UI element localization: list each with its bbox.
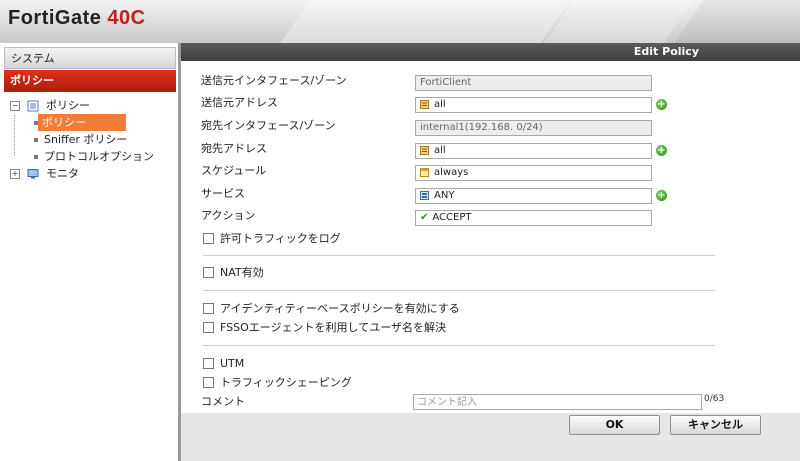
section-divider: [203, 290, 715, 291]
checkbox-label: UTM: [220, 357, 245, 370]
tree-item-monitor[interactable]: + モニタ: [10, 165, 176, 182]
section-divider: [203, 345, 715, 346]
tree-item-protocol-options[interactable]: プロトコルオプション: [10, 148, 176, 165]
comment-char-counter: 0/63: [704, 394, 725, 404]
tree-item-policy-root[interactable]: − ポリシー: [10, 97, 176, 114]
button-bar: OK キャンセル: [181, 413, 800, 461]
dst-interface-field: internal1(192.168. 0/24): [415, 120, 652, 136]
expand-icon[interactable]: +: [10, 169, 20, 179]
tree-item-policy[interactable]: ポリシー: [10, 114, 176, 131]
dst-interface-label: 宛先インタフェース/ゾーン: [201, 119, 336, 132]
tree-item-label: モニタ: [46, 167, 79, 180]
action-select[interactable]: ✔ ACCEPT: [415, 210, 652, 226]
add-src-address-icon[interactable]: +: [656, 99, 667, 110]
service-select[interactable]: ANY: [415, 188, 652, 204]
edit-policy-panel: Edit Policy 送信元インタフェース/ゾーン FortiClient 送…: [181, 43, 800, 461]
checkbox-box[interactable]: [203, 376, 214, 388]
schedule-value: always: [434, 167, 469, 178]
dst-address-label: 宛先アドレス: [201, 142, 267, 155]
fortigate-logo: FortiGate 40C: [8, 7, 146, 30]
fsso-checkbox[interactable]: FSSOエージェントを利用してユーザ名を解決: [203, 320, 446, 336]
add-service-icon[interactable]: +: [656, 190, 667, 201]
bullet-icon: [34, 155, 38, 159]
policy-list-icon: [27, 100, 38, 112]
checkbox-label: アイデンティティーベースポリシーを有効にする: [220, 302, 460, 315]
traffic-shaping-checkbox[interactable]: トラフィックシェーピング: [203, 375, 352, 391]
nat-checkbox[interactable]: NAT有効: [203, 265, 264, 281]
action-value: ACCEPT: [432, 212, 472, 223]
dst-address-value: all: [434, 145, 446, 156]
bullet-icon: [34, 138, 38, 142]
header-decoration: [268, 0, 592, 43]
checkbox-label: NAT有効: [220, 266, 264, 279]
comment-input[interactable]: [413, 394, 702, 410]
src-address-label: 送信元アドレス: [201, 96, 278, 109]
add-dst-address-icon[interactable]: +: [656, 145, 667, 156]
address-icon: [420, 145, 429, 155]
checkbox-label: FSSOエージェントを利用してユーザ名を解決: [220, 321, 446, 334]
utm-checkbox[interactable]: UTM: [203, 356, 244, 372]
tree-item-label: ポリシー: [38, 114, 126, 131]
tree-item-sniffer-policy[interactable]: Sniffer ポリシー: [10, 131, 176, 148]
checkbox-label: トラフィックシェーピング: [220, 376, 352, 389]
ok-button[interactable]: OK: [569, 415, 660, 435]
service-value: ANY: [434, 190, 455, 201]
calendar-icon: [420, 167, 429, 177]
checkbox-box[interactable]: [203, 357, 214, 369]
collapse-icon[interactable]: −: [10, 101, 20, 111]
schedule-select[interactable]: always: [415, 165, 652, 181]
src-interface-label: 送信元インタフェース/ゾーン: [201, 74, 347, 87]
policy-tree: − ポリシー ポリシー Sniffer ポリシー プロトコルオプション + モニ…: [10, 97, 176, 182]
checkbox-box[interactable]: [203, 232, 214, 244]
log-allowed-checkbox[interactable]: 許可トラフィックをログ: [203, 231, 341, 247]
address-icon: [420, 99, 429, 109]
checkbox-label: 許可トラフィックをログ: [220, 232, 341, 245]
checkbox-box[interactable]: [203, 321, 214, 333]
logo-model: 40C: [107, 7, 146, 29]
monitor-icon: [27, 169, 38, 179]
service-label: サービス: [201, 187, 245, 200]
service-icon: [420, 190, 429, 200]
sidebar: システム ポリシー − ポリシー ポリシー Sniffer ポリシー プロトコル…: [0, 43, 181, 461]
checkbox-box[interactable]: [203, 266, 214, 278]
action-label: アクション: [201, 209, 256, 222]
sidebar-section-policy[interactable]: ポリシー: [4, 70, 176, 92]
app-header: FortiGate 40C: [0, 0, 800, 43]
schedule-label: スケジュール: [201, 164, 267, 177]
tree-item-label: プロトコルオプション: [44, 150, 154, 163]
src-address-select[interactable]: all: [415, 97, 652, 113]
tree-item-label: Sniffer ポリシー: [44, 133, 128, 146]
identity-policy-checkbox[interactable]: アイデンティティーベースポリシーを有効にする: [203, 301, 460, 317]
panel-title: Edit Policy: [181, 43, 800, 61]
dst-address-select[interactable]: all: [415, 143, 652, 159]
tree-item-label: ポリシー: [46, 99, 90, 112]
check-icon: ✔: [420, 212, 429, 223]
src-interface-field: FortiClient: [415, 75, 652, 91]
comment-label: コメント: [201, 395, 245, 408]
section-divider: [203, 255, 715, 256]
sidebar-section-system[interactable]: システム: [4, 47, 176, 69]
cancel-button[interactable]: キャンセル: [670, 415, 761, 435]
src-address-value: all: [434, 99, 446, 110]
checkbox-box[interactable]: [203, 302, 214, 314]
logo-brand: FortiGate: [8, 7, 102, 29]
